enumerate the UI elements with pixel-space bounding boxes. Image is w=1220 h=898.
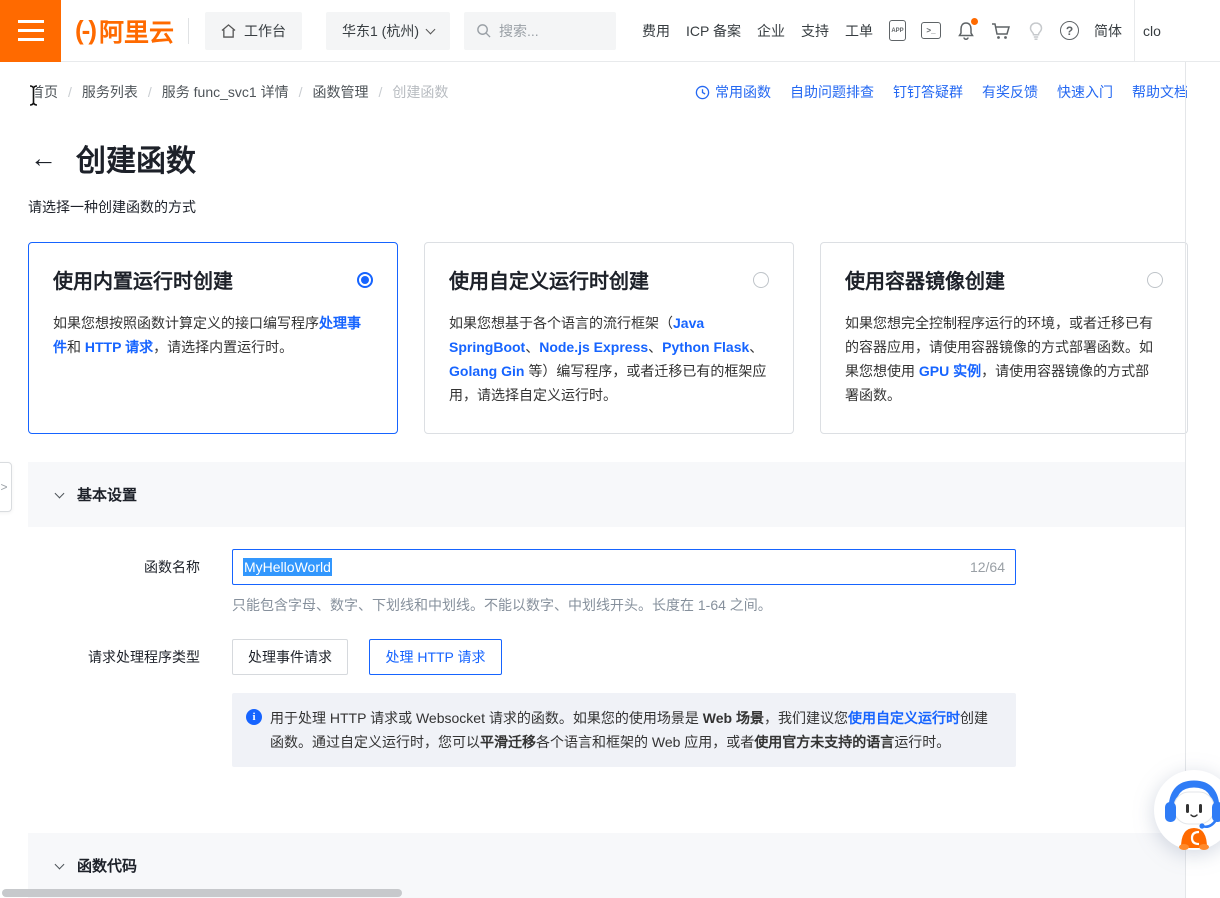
hamburger-icon xyxy=(18,20,44,23)
info-text: 用于处理 HTTP 请求或 Websocket 请求的函数。如果您的使用场景是 … xyxy=(270,706,1000,754)
region-label: 华东1 (杭州) xyxy=(342,21,419,41)
horizontal-scrollbar-thumb[interactable] xyxy=(2,889,402,897)
section-title: 基本设置 xyxy=(77,484,137,505)
chevron-down-icon xyxy=(426,24,436,34)
assistant-robot-button[interactable] xyxy=(1152,768,1220,852)
language-selector[interactable]: 简体 xyxy=(1094,21,1122,41)
handle-http-request-button[interactable]: 处理 HTTP 请求 xyxy=(369,639,501,675)
title-row: ← 创建函数 xyxy=(30,136,196,180)
breadcrumb: 首页 / 服务列表 / 服务 func_svc1 详情 / 函数管理 / 创建函… xyxy=(30,82,448,102)
function-name-hint: 只能包含字母、数字、下划线和中划线。不能以数字、中划线开头。长度在 1-64 之… xyxy=(232,595,1185,615)
workbench-button[interactable]: 工作台 xyxy=(205,12,302,50)
link-python-flask[interactable]: Python Flask xyxy=(662,339,749,355)
link-self-troubleshoot[interactable]: 自助问题排查 xyxy=(790,82,874,102)
header-link-enterprise[interactable]: 企业 xyxy=(757,21,785,41)
handler-type-options: 处理事件请求 处理 HTTP 请求 xyxy=(232,639,502,675)
mobile-app-icon[interactable]: APP xyxy=(889,20,906,41)
breadcrumb-service-list[interactable]: 服务列表 xyxy=(82,82,138,102)
aliyun-logo-icon: (-) xyxy=(75,15,95,46)
basic-settings-header[interactable]: 基本设置 xyxy=(28,462,1185,527)
quick-links: 常用函数 自助问题排查 钉钉答疑群 有奖反馈 快速入门 帮助文档 xyxy=(695,82,1188,102)
header-link-tickets[interactable]: 工单 xyxy=(845,21,873,41)
card-title: 使用内置运行时创建 xyxy=(53,265,233,294)
account-divider xyxy=(1134,0,1135,62)
page-subtitle: 请选择一种创建函数的方式 xyxy=(28,197,196,217)
search-placeholder: 搜索... xyxy=(499,21,539,41)
link-nodejs-express[interactable]: Node.js Express xyxy=(539,339,648,355)
breadcrumb-function-mgmt[interactable]: 函数管理 xyxy=(313,82,369,102)
aliyun-logo[interactable]: (-) 阿里云 xyxy=(75,13,174,49)
header-link-icp[interactable]: ICP 备案 xyxy=(686,21,741,41)
radio-selected-icon[interactable] xyxy=(357,272,373,288)
card-description: 如果您想按照函数计算定义的接口编写程序处理事件和 HTTP 请求，请选择内置运行… xyxy=(53,311,373,359)
lightbulb-icon[interactable] xyxy=(1027,21,1045,41)
card-description: 如果您想完全控制程序运行的环境，或者迁移已有的容器应用，请使用容器镜像的方式部署… xyxy=(845,311,1163,407)
workbench-label: 工作台 xyxy=(244,21,286,41)
link-help-docs[interactable]: 帮助文档 xyxy=(1132,82,1188,102)
http-info-box: i 用于处理 HTTP 请求或 Websocket 请求的函数。如果您的使用场景… xyxy=(232,693,1016,767)
chevron-right-icon: > xyxy=(0,480,7,494)
notifications-bell-icon[interactable] xyxy=(956,21,976,41)
help-icon[interactable]: ? xyxy=(1060,21,1079,40)
card-builtin-runtime[interactable]: 使用内置运行时创建 如果您想按照函数计算定义的接口编写程序处理事件和 HTTP … xyxy=(28,242,398,434)
section-title: 函数代码 xyxy=(77,855,137,876)
link-dingtalk-group[interactable]: 钉钉答疑群 xyxy=(893,82,963,102)
basic-settings-body: 函数名称 MyHelloWorld 12/64 只能包含字母、数字、下划线和中划… xyxy=(28,549,1185,767)
back-button[interactable]: ← xyxy=(30,145,57,172)
link-feedback[interactable]: 有奖反馈 xyxy=(982,82,1038,102)
header-divider xyxy=(188,18,189,44)
link-golang-gin[interactable]: Golang Gin xyxy=(449,363,524,379)
handler-type-label: 请求处理程序类型 xyxy=(28,647,200,667)
link-common-functions[interactable]: 常用函数 xyxy=(695,82,771,102)
header-search[interactable]: 搜索... xyxy=(464,12,616,50)
card-title: 使用自定义运行时创建 xyxy=(449,265,649,294)
breadcrumb-service-detail[interactable]: 服务 func_svc1 详情 xyxy=(162,82,289,102)
text-cursor xyxy=(27,84,40,107)
link-use-custom-runtime[interactable]: 使用自定义运行时 xyxy=(848,710,960,726)
account-name-truncated[interactable]: clo xyxy=(1143,23,1161,39)
search-icon xyxy=(476,23,491,38)
region-selector[interactable]: 华东1 (杭州) xyxy=(326,12,450,50)
info-icon: i xyxy=(246,709,262,725)
clock-icon xyxy=(695,85,710,100)
link-gpu-instance[interactable]: GPU 实例 xyxy=(919,363,981,379)
cart-icon[interactable] xyxy=(991,21,1012,41)
breadcrumb-row: 首页 / 服务列表 / 服务 func_svc1 详情 / 函数管理 / 创建函… xyxy=(0,62,1220,122)
header-links: 费用 ICP 备案 企业 支持 工单 xyxy=(642,21,873,41)
cloudshell-icon[interactable]: >_ xyxy=(921,22,941,39)
creation-mode-cards: 使用内置运行时创建 如果您想按照函数计算定义的接口编写程序处理事件和 HTTP … xyxy=(28,242,1188,434)
sidebar-expand-tab[interactable]: > xyxy=(0,462,12,512)
home-icon xyxy=(221,24,236,38)
card-title: 使用容器镜像创建 xyxy=(845,265,1005,294)
aliyun-logo-text: 阿里云 xyxy=(99,13,174,49)
collapse-chevron-icon xyxy=(55,860,65,870)
page-title: 创建函数 xyxy=(76,136,196,180)
breadcrumb-current: 创建函数 xyxy=(392,82,448,102)
handle-event-request-button[interactable]: 处理事件请求 xyxy=(232,639,348,675)
menu-button[interactable] xyxy=(0,0,61,62)
create-function-page: (-) 阿里云 工作台 华东1 (杭州) 搜索... 费用 ICP 备案 企业 … xyxy=(0,0,1220,898)
card-custom-runtime[interactable]: 使用自定义运行时创建 如果您想基于各个语言的流行框架（Java SpringBo… xyxy=(424,242,794,434)
char-counter: 12/64 xyxy=(970,559,1005,575)
header-link-support[interactable]: 支持 xyxy=(801,21,829,41)
function-name-input[interactable]: MyHelloWorld 12/64 xyxy=(232,549,1016,585)
link-http-request[interactable]: HTTP 请求 xyxy=(85,339,153,355)
basic-settings-panel: 基本设置 函数名称 MyHelloWorld 12/64 只能包含字母、数字、下… xyxy=(28,462,1185,767)
notification-dot xyxy=(971,18,978,25)
radio-unselected-icon[interactable] xyxy=(1147,272,1163,288)
radio-unselected-icon[interactable] xyxy=(753,272,769,288)
link-quick-start[interactable]: 快速入门 xyxy=(1057,82,1113,102)
header-icons: APP >_ xyxy=(889,20,1079,41)
function-name-value: MyHelloWorld xyxy=(243,558,332,576)
top-nav: (-) 阿里云 工作台 华东1 (杭州) 搜索... 费用 ICP 备案 企业 … xyxy=(0,0,1220,62)
header-link-billing[interactable]: 费用 xyxy=(642,21,670,41)
card-description: 如果您想基于各个语言的流行框架（Java SpringBoot、Node.js … xyxy=(449,311,769,407)
card-container-image[interactable]: 使用容器镜像创建 如果您想完全控制程序运行的环境，或者迁移已有的容器应用，请使用… xyxy=(820,242,1188,434)
function-name-label: 函数名称 xyxy=(28,557,200,577)
collapse-chevron-icon xyxy=(55,489,65,499)
